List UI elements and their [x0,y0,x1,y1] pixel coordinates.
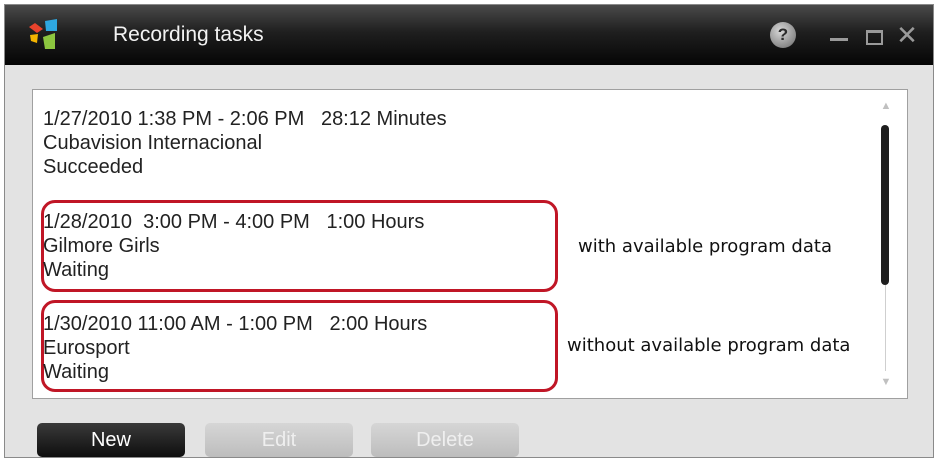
list-item[interactable]: 1/28/2010 3:00 PM - 4:00 PM 1:00 Hours G… [43,210,543,282]
maximize-icon[interactable] [862,22,886,48]
help-icon[interactable]: ? [770,22,796,48]
new-button[interactable]: New [37,423,185,457]
task-time: 1/30/2010 11:00 AM - 1:00 PM 2:00 Hours [43,313,428,335]
scroll-up-arrow-icon[interactable]: ▲ [879,99,893,113]
title-bar[interactable]: Recording tasks ? ✕ [5,5,933,65]
annotation-without-data: without available program data [567,335,851,356]
task-status: Waiting [43,361,109,383]
scroll-down-arrow-icon[interactable]: ▼ [879,375,893,389]
task-time: 1/28/2010 3:00 PM - 4:00 PM 1:00 Hours [43,211,425,233]
recording-tasks-window: Recording tasks ? ✕ 1/27/2010 1:38 PM - … [4,4,934,458]
annotation-with-data: with available program data [578,236,832,257]
delete-button[interactable]: Delete [371,423,519,457]
minimize-icon[interactable] [827,22,851,48]
window-title: Recording tasks [113,23,264,46]
task-channel: Cubavision Internacional [43,132,263,154]
close-icon[interactable]: ✕ [895,22,919,48]
task-status: Waiting [43,259,109,281]
list-item[interactable]: 1/30/2010 11:00 AM - 1:00 PM 2:00 Hours … [43,312,543,384]
scrollbar-track[interactable] [885,285,886,371]
recording-task-list[interactable]: 1/27/2010 1:38 PM - 2:06 PM 28:12 Minute… [32,89,908,399]
list-item[interactable]: 1/27/2010 1:38 PM - 2:06 PM 28:12 Minute… [43,107,543,179]
task-channel: Gilmore Girls [43,235,160,257]
edit-button[interactable]: Edit [205,423,353,457]
task-channel: Eurosport [43,337,130,359]
task-status: Succeeded [43,156,144,178]
app-logo-icon [29,19,57,49]
scrollbar-thumb[interactable] [881,125,889,285]
task-time: 1/27/2010 1:38 PM - 2:06 PM 28:12 Minute… [43,108,447,130]
